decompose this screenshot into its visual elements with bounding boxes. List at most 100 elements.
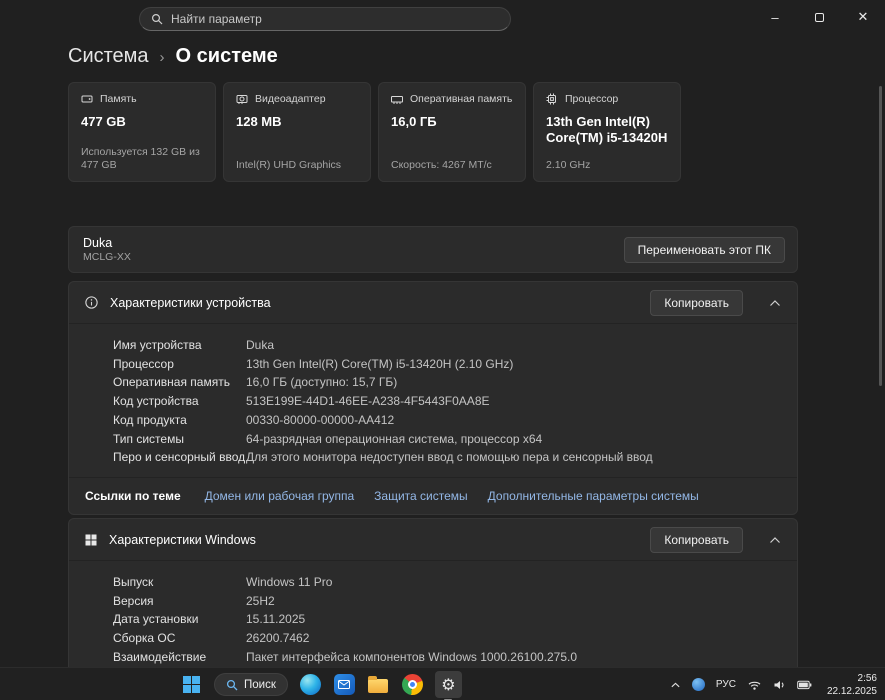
info-icon: [85, 296, 98, 309]
search-input[interactable]: [171, 12, 499, 26]
spec-value: Пакет интерфейса компонентов Windows 100…: [246, 648, 577, 667]
scrollbar-thumb[interactable]: [879, 86, 882, 386]
link-domain-workgroup[interactable]: Домен или рабочая группа: [205, 489, 355, 503]
close-button[interactable]: ✕: [841, 0, 885, 34]
start-button[interactable]: [180, 673, 203, 696]
spec-value: 513E199E-44D1-46EE-A238-4F5443F0AA8E: [246, 392, 490, 411]
clock-date: 22.12.2025: [827, 685, 877, 698]
search-icon: [226, 679, 238, 691]
spec-value: 16,0 ГБ (доступно: 15,7 ГБ): [246, 373, 397, 392]
close-icon: ✕: [858, 9, 869, 25]
copy-device-specs-button[interactable]: Копировать: [650, 290, 743, 316]
chevron-up-icon[interactable]: [769, 536, 781, 544]
settings-icon[interactable]: ⚙: [435, 671, 462, 698]
breadcrumb-system[interactable]: Система: [68, 45, 149, 68]
taskbar-center: Поиск ⚙: [180, 668, 462, 700]
spec-label: Перо и сенсорный ввод: [113, 448, 246, 467]
spec-row: Версия 25H2: [113, 592, 781, 611]
storage-card: Память 477 GB Используется 132 GB из 477…: [68, 82, 216, 182]
spec-label: Сборка ОС: [113, 629, 246, 648]
device-name-card: Duka MCLG-XX Переименовать этот ПК: [68, 226, 798, 273]
card-label: Видеоадаптер: [255, 93, 326, 105]
spec-row: Сборка ОС 26200.7462: [113, 629, 781, 648]
device-specs-section: Характеристики устройства Копировать Имя…: [68, 281, 798, 515]
spec-value: 00330-80000-00000-AA412: [246, 411, 394, 430]
device-specs-title: Характеристики устройства: [110, 296, 638, 310]
card-label: Память: [100, 93, 137, 105]
spec-label: Код устройства: [113, 392, 246, 411]
mail-icon[interactable]: [333, 673, 356, 696]
windows-specs-title: Характеристики Windows: [109, 533, 638, 547]
spec-label: Оперативная память: [113, 373, 246, 392]
link-system-protection[interactable]: Защита системы: [374, 489, 467, 503]
ram-icon: [391, 93, 403, 105]
taskbar-search[interactable]: Поиск: [214, 673, 288, 696]
copy-windows-specs-button[interactable]: Копировать: [650, 527, 743, 553]
chevron-up-icon[interactable]: [769, 299, 781, 307]
spec-label: Процессор: [113, 355, 246, 374]
clock-time: 2:56: [827, 672, 877, 685]
spec-row: Взаимодействие Пакет интерфейса компонен…: [113, 648, 781, 667]
minimize-icon: –: [771, 10, 778, 25]
related-links-label: Ссылки по теме: [85, 489, 181, 503]
windows-logo-icon: [85, 534, 97, 546]
clock[interactable]: 2:56 22.12.2025: [827, 672, 877, 698]
taskbar-search-label: Поиск: [244, 679, 276, 691]
spec-value: 26200.7462: [246, 629, 309, 648]
spec-row: Код продукта 00330-80000-00000-AA412: [113, 411, 781, 430]
maximize-icon: [815, 13, 824, 22]
file-explorer-icon[interactable]: [367, 673, 390, 696]
gpu-icon: [236, 93, 248, 105]
spec-row: Выпуск Windows 11 Pro: [113, 573, 781, 592]
card-detail: Скорость: 4267 МТ/с: [391, 159, 517, 173]
card-detail: 2.10 GHz: [546, 159, 672, 173]
breadcrumb: Система › О системе: [68, 42, 278, 70]
device-name: Duka: [83, 236, 131, 250]
chrome-icon[interactable]: [401, 673, 424, 696]
spec-label: Код продукта: [113, 411, 246, 430]
spec-row: Код устройства 513E199E-44D1-46EE-A238-4…: [113, 392, 781, 411]
maximize-button[interactable]: [797, 0, 841, 34]
card-label: Процессор: [565, 93, 618, 105]
wifi-icon[interactable]: [747, 679, 762, 691]
link-advanced-system-settings[interactable]: Дополнительные параметры системы: [488, 489, 699, 503]
device-specs-header[interactable]: Характеристики устройства Копировать: [69, 282, 797, 324]
battery-icon[interactable]: [797, 680, 812, 690]
spec-row: Дата установки 15.11.2025: [113, 610, 781, 629]
titlebar: – ✕: [0, 0, 885, 36]
settings-search-box[interactable]: [139, 7, 511, 31]
spec-label: Выпуск: [113, 573, 246, 592]
spec-row: Тип системы 64-разрядная операционная си…: [113, 430, 781, 449]
page-title: О системе: [176, 45, 278, 68]
card-value: 477 GB: [81, 114, 203, 130]
search-icon: [151, 13, 163, 25]
window-controls: – ✕: [753, 0, 885, 34]
taskbar: Поиск ⚙ РУС: [0, 667, 885, 700]
card-value: 16,0 ГБ: [391, 114, 513, 130]
spec-row: Имя устройства Duka: [113, 336, 781, 355]
spec-value: Для этого монитора недоступен ввод с пом…: [246, 448, 653, 467]
edge-icon[interactable]: [299, 673, 322, 696]
spec-value: 15.11.2025: [246, 610, 305, 629]
summary-cards: Память 477 GB Используется 132 GB из 477…: [68, 82, 681, 182]
breadcrumb-separator: ›: [160, 47, 165, 66]
cpu-icon: [546, 93, 558, 105]
gpu-card: Видеоадаптер 128 MB Intel(R) UHD Graphic…: [223, 82, 371, 182]
hidden-icons-chevron-icon[interactable]: [670, 681, 681, 689]
windows-specs-header[interactable]: Характеристики Windows Копировать: [69, 519, 797, 561]
device-specs-rows: Имя устройства Duka Процессор 13th Gen I…: [69, 324, 797, 477]
spec-value: 25H2: [246, 592, 275, 611]
spec-row: Оперативная память 16,0 ГБ (доступно: 15…: [113, 373, 781, 392]
spec-value: Windows 11 Pro: [246, 573, 332, 592]
spec-label: Дата установки: [113, 610, 246, 629]
volume-icon[interactable]: [773, 679, 786, 691]
card-detail: Используется 132 GB из 477 GB: [81, 146, 207, 173]
rename-pc-button[interactable]: Переименовать этот ПК: [624, 237, 785, 263]
storage-icon: [81, 93, 93, 105]
minimize-button[interactable]: –: [753, 0, 797, 34]
spec-value: 64-разрядная операционная система, проце…: [246, 430, 542, 449]
spec-value: 13th Gen Intel(R) Core(TM) i5-13420H (2.…: [246, 355, 513, 374]
system-tray: РУС 2:56 22.12.2025: [670, 668, 877, 700]
tray-app-icon[interactable]: [692, 678, 705, 691]
language-indicator[interactable]: РУС: [716, 679, 736, 690]
